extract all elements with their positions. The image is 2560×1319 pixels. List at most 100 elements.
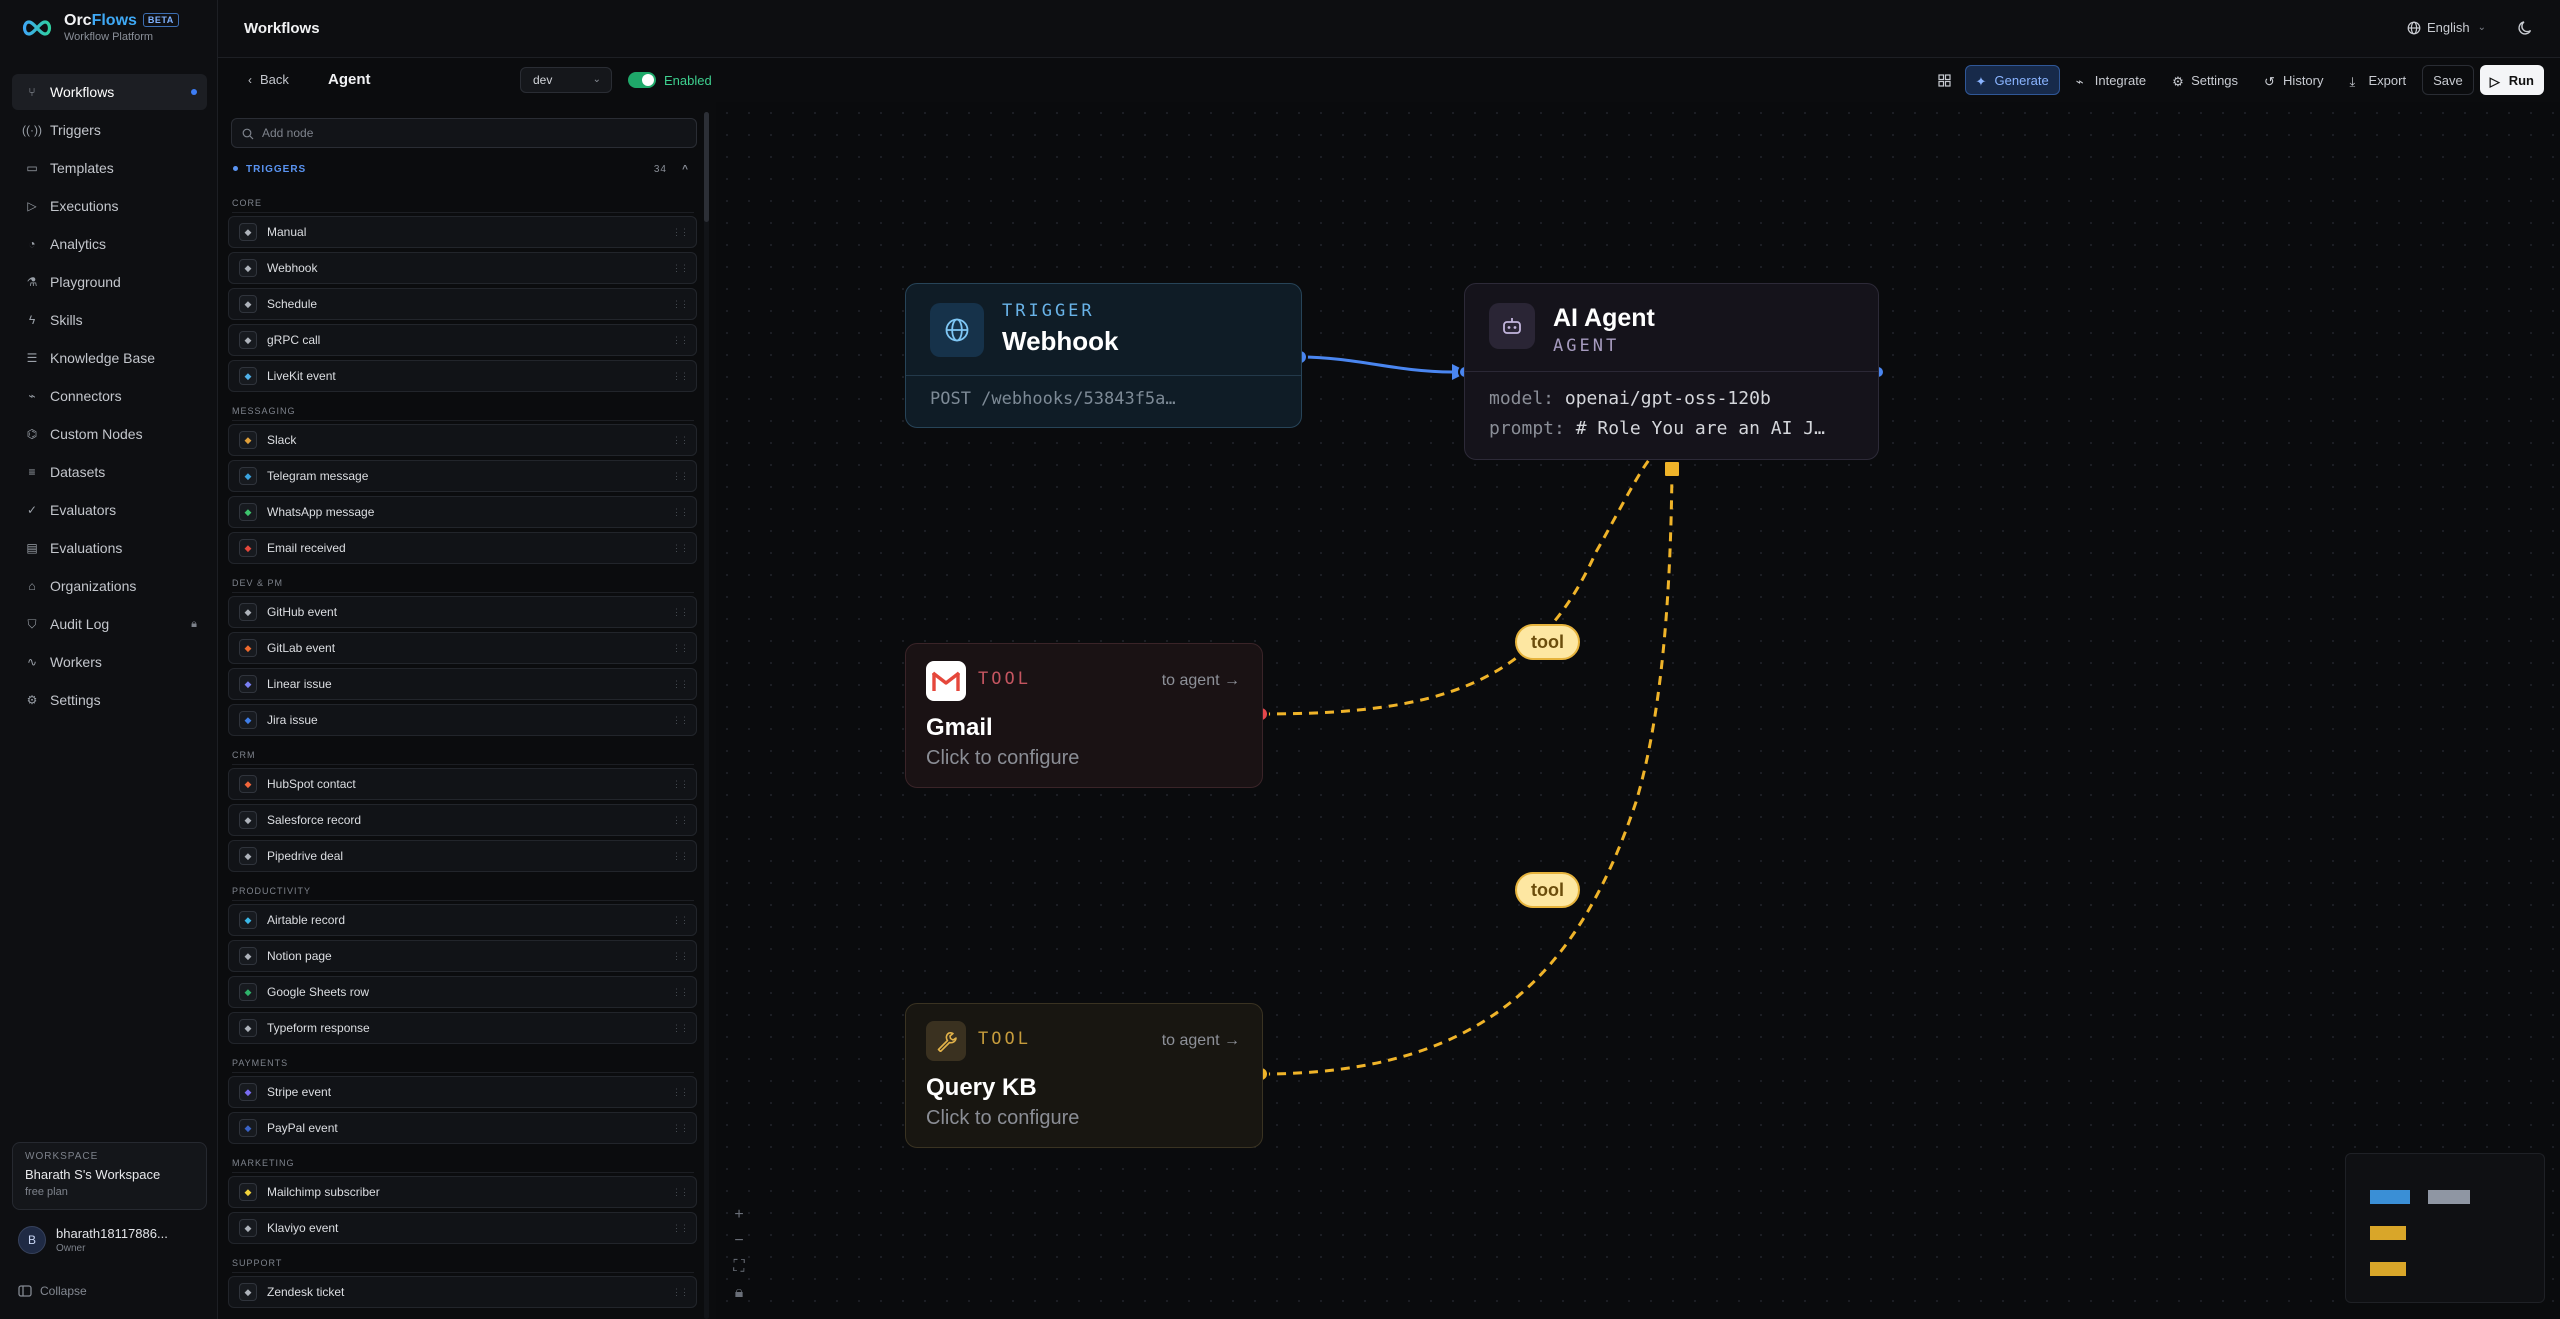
add-node-search[interactable]: Add node — [231, 118, 697, 148]
drag-handle-icon[interactable]: ⋮⋮ — [672, 1223, 689, 1234]
palette-item[interactable]: ◆ Linear issue ⋮⋮ — [228, 668, 697, 700]
edge-label-tool[interactable]: tool — [1515, 872, 1580, 908]
drag-handle-icon[interactable]: ⋮⋮ — [672, 435, 689, 446]
workspace-card[interactable]: WORKSPACE Bharath S's Workspace free pla… — [12, 1142, 207, 1210]
brand[interactable]: OrcFlows BETA Workflow Platform — [20, 12, 179, 43]
palette-item[interactable]: ◆ PayPal event ⋮⋮ — [228, 1112, 697, 1144]
to-agent-link[interactable]: to agent → — [1162, 1032, 1240, 1050]
palette-item[interactable]: ◆ Google Sheets row ⋮⋮ — [228, 976, 697, 1008]
drag-handle-icon[interactable]: ⋮⋮ — [672, 543, 689, 554]
save-button[interactable]: Save — [2422, 65, 2474, 95]
generate-button[interactable]: ✦ Generate — [1964, 65, 2060, 95]
back-button[interactable]: ‹ Back — [248, 72, 289, 87]
sidebar-item-knowledge-base[interactable]: ☰ Knowledge Base — [12, 340, 207, 376]
drag-handle-icon[interactable]: ⋮⋮ — [672, 227, 689, 238]
palette-item[interactable]: ◆ GitLab event ⋮⋮ — [228, 632, 697, 664]
sidebar-item-evaluators[interactable]: ✓ Evaluators — [12, 492, 207, 528]
palette-item[interactable]: ◆ Stripe event ⋮⋮ — [228, 1076, 697, 1108]
sidebar-item-workflows[interactable]: ⑂ Workflows — [12, 74, 207, 110]
workflow-canvas[interactable]: TRIGGER Webhook POST /webhooks/53843f5a…… — [716, 102, 2560, 1319]
node-ai-agent[interactable]: AI Agent AGENT model: openai/gpt-oss-120… — [1464, 283, 1879, 460]
palette-item[interactable]: ◆ Notion page ⋮⋮ — [228, 940, 697, 972]
palette-item[interactable]: ◆ Webhook ⋮⋮ — [228, 252, 697, 284]
zoom-out-button[interactable]: − — [726, 1228, 752, 1254]
drag-handle-icon[interactable]: ⋮⋮ — [672, 815, 689, 826]
sidebar-item-settings[interactable]: ⚙ Settings — [12, 682, 207, 718]
drag-handle-icon[interactable]: ⋮⋮ — [672, 1123, 689, 1134]
layout-button[interactable] — [1930, 65, 1959, 95]
sidebar-item-organizations[interactable]: ⌂ Organizations — [12, 568, 207, 604]
drag-handle-icon[interactable]: ⋮⋮ — [672, 1287, 689, 1298]
drag-handle-icon[interactable]: ⋮⋮ — [672, 507, 689, 518]
palette-item[interactable]: ◆ Schedule ⋮⋮ — [228, 288, 697, 320]
fit-view-button[interactable]: ⛶ — [726, 1254, 752, 1280]
sidebar-item-playground[interactable]: ⚗ Playground — [12, 264, 207, 300]
sidebar-item-skills[interactable]: ϟ Skills — [12, 302, 207, 338]
sidebar-item-connectors[interactable]: ⌁ Connectors — [12, 378, 207, 414]
enabled-toggle[interactable]: Enabled — [628, 72, 712, 88]
drag-handle-icon[interactable]: ⋮⋮ — [672, 607, 689, 618]
node-webhook-trigger[interactable]: TRIGGER Webhook POST /webhooks/53843f5a… — [905, 283, 1302, 428]
minimap[interactable] — [2345, 1153, 2545, 1303]
user-menu[interactable]: B bharath18117886... Owner — [18, 1226, 168, 1254]
sidebar-item-triggers[interactable]: ((·)) Triggers — [12, 112, 207, 148]
integrate-button[interactable]: ⌁ Integrate — [2066, 65, 2156, 95]
sidebar-item-datasets[interactable]: ≡ Datasets — [12, 454, 207, 490]
node-gmail-tool[interactable]: TOOL to agent → Gmail Click to configure — [905, 643, 1263, 788]
drag-handle-icon[interactable]: ⋮⋮ — [672, 643, 689, 654]
palette-item[interactable]: ◆ GitHub event ⋮⋮ — [228, 596, 697, 628]
language-select[interactable]: English ⌄ — [2407, 20, 2486, 35]
collapse-button[interactable]: Collapse — [18, 1284, 87, 1298]
edge-webhook-to-agent[interactable] — [1299, 355, 1453, 374]
palette-item[interactable]: ◆ Email received ⋮⋮ — [228, 532, 697, 564]
palette-item[interactable]: ◆ LiveKit event ⋮⋮ — [228, 360, 697, 392]
sidebar-item-templates[interactable]: ▭ Templates — [12, 150, 207, 186]
palette-item[interactable]: ◆ Slack ⋮⋮ — [228, 424, 697, 456]
sidebar-item-audit-log[interactable]: ⛉ Audit Log 🔒︎ — [12, 606, 207, 642]
sidebar-item-executions[interactable]: ▷ Executions — [12, 188, 207, 224]
run-button[interactable]: ▷ Run — [2479, 65, 2544, 95]
drag-handle-icon[interactable]: ⋮⋮ — [672, 851, 689, 862]
edge-label-tool[interactable]: tool — [1515, 624, 1580, 660]
toggle-switch[interactable] — [628, 72, 656, 88]
edge-gmail-to-agent[interactable] — [1260, 446, 1674, 716]
palette-item[interactable]: ◆ Zendesk ticket ⋮⋮ — [228, 1276, 697, 1308]
palette-item[interactable]: ◆ Telegram message ⋮⋮ — [228, 460, 697, 492]
sidebar-item-evaluations[interactable]: ▤ Evaluations — [12, 530, 207, 566]
palette-item[interactable]: ◆ Salesforce record ⋮⋮ — [228, 804, 697, 836]
palette-item[interactable]: ◆ WhatsApp message ⋮⋮ — [228, 496, 697, 528]
edge-kb-to-agent[interactable] — [1260, 469, 1674, 1076]
drag-handle-icon[interactable]: ⋮⋮ — [672, 1187, 689, 1198]
drag-handle-icon[interactable]: ⋮⋮ — [672, 371, 689, 382]
drag-handle-icon[interactable]: ⋮⋮ — [672, 263, 689, 274]
lock-icon[interactable]: 🔒︎ — [726, 1280, 752, 1306]
palette-item[interactable]: ◆ HubSpot contact ⋮⋮ — [228, 768, 697, 800]
drag-handle-icon[interactable]: ⋮⋮ — [672, 987, 689, 998]
palette-item[interactable]: ◆ Mailchimp subscriber ⋮⋮ — [228, 1176, 697, 1208]
sidebar-item-workers[interactable]: ∿ Workers — [12, 644, 207, 680]
palette-scrollbar[interactable] — [704, 112, 709, 222]
palette-item[interactable]: ◆ Jira issue ⋮⋮ — [228, 704, 697, 736]
palette-item[interactable]: ◆ Typeform response ⋮⋮ — [228, 1012, 697, 1044]
palette-item[interactable]: ◆ Klaviyo event ⋮⋮ — [228, 1212, 697, 1244]
drag-handle-icon[interactable]: ⋮⋮ — [672, 299, 689, 310]
drag-handle-icon[interactable]: ⋮⋮ — [672, 779, 689, 790]
export-button[interactable]: ⤓ Export — [2340, 65, 2417, 95]
to-agent-link[interactable]: to agent → — [1162, 672, 1240, 690]
palette-item[interactable]: ◆ Airtable record ⋮⋮ — [228, 904, 697, 936]
node-query-kb-tool[interactable]: TOOL to agent → Query KB Click to config… — [905, 1003, 1263, 1148]
zoom-in-button[interactable]: + — [726, 1202, 752, 1228]
workflow-name[interactable]: Agent — [328, 71, 371, 88]
drag-handle-icon[interactable]: ⋮⋮ — [672, 715, 689, 726]
drag-handle-icon[interactable]: ⋮⋮ — [672, 951, 689, 962]
sidebar-item-analytics[interactable]: ◔ Analytics — [12, 226, 207, 262]
drag-handle-icon[interactable]: ⋮⋮ — [672, 335, 689, 346]
drag-handle-icon[interactable]: ⋮⋮ — [672, 1087, 689, 1098]
sidebar-item-custom-nodes[interactable]: ⌬ Custom Nodes — [12, 416, 207, 452]
palette-item[interactable]: ◆ gRPC call ⋮⋮ — [228, 324, 697, 356]
environment-select[interactable]: dev ⌄ — [520, 67, 612, 93]
settings-button[interactable]: ⚙ Settings — [2162, 65, 2248, 95]
palette-item[interactable]: ◆ Manual ⋮⋮ — [228, 216, 697, 248]
moon-icon[interactable] — [2516, 18, 2536, 38]
drag-handle-icon[interactable]: ⋮⋮ — [672, 1023, 689, 1034]
